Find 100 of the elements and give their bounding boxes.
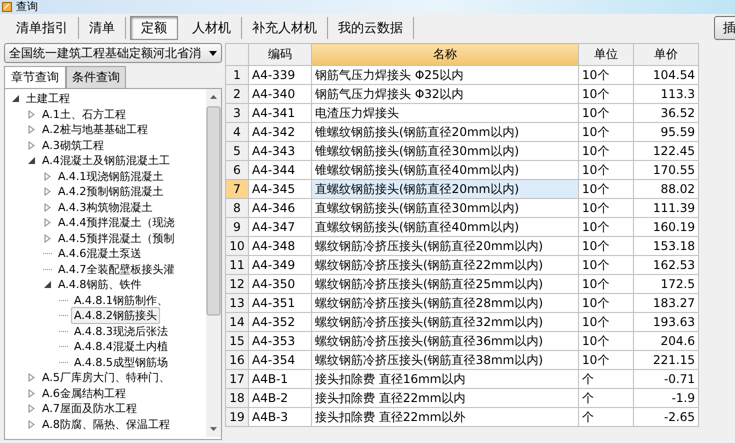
table-cell: 10个 bbox=[578, 104, 634, 122]
tab[interactable]: 条件查询 bbox=[66, 66, 126, 88]
row-number[interactable]: 16 bbox=[226, 350, 248, 370]
collapsed-triangle-icon[interactable] bbox=[43, 218, 52, 228]
library-dropdown[interactable]: 全国统一建筑工程基础定额河北省消 bbox=[4, 43, 222, 63]
tree-item[interactable]: A.4.8.3现浇后张法 bbox=[71, 322, 171, 340]
column-header[interactable]: 单位 bbox=[578, 44, 634, 66]
collapsed-triangle-icon[interactable] bbox=[43, 234, 52, 243]
tree-item[interactable]: A.6金属结构工程 bbox=[39, 384, 129, 402]
table-cell: 160.19 bbox=[634, 218, 698, 236]
collapsed-triangle-icon[interactable] bbox=[27, 125, 36, 134]
row-number[interactable]: 9 bbox=[226, 218, 248, 236]
table-cell: 10个 bbox=[578, 312, 634, 332]
tab[interactable]: 人材机 bbox=[182, 17, 242, 39]
table-cell: 螺纹钢筋冷挤压接头(钢筋直径38mm以内) bbox=[312, 350, 578, 370]
tree-item[interactable]: A.4.8.1钢筋制作、 bbox=[71, 292, 171, 309]
table-cell: 204.6 bbox=[634, 332, 698, 350]
tree-item[interactable]: A.4.8.4混凝土内植 bbox=[71, 338, 171, 356]
row-number[interactable]: 11 bbox=[226, 256, 248, 274]
collapsed-triangle-icon[interactable] bbox=[27, 140, 36, 150]
tab[interactable]: 章节查询 bbox=[4, 66, 66, 88]
table-cell: A4-346 bbox=[248, 198, 312, 218]
row-number[interactable]: 13 bbox=[226, 294, 248, 312]
tree-item[interactable]: A.1土、石方工程 bbox=[39, 106, 129, 123]
tree-item[interactable]: A.4.2预制钢筋混凝土 bbox=[55, 183, 166, 200]
collapsed-triangle-icon[interactable] bbox=[43, 202, 52, 212]
table-cell: 10个 bbox=[578, 122, 634, 142]
table-cell: A4-344 bbox=[248, 160, 312, 180]
tree-item[interactable]: A.4.5预拌混凝土（预制 bbox=[55, 230, 178, 247]
row-number[interactable]: 2 bbox=[226, 84, 248, 104]
row-number[interactable]: 19 bbox=[226, 408, 248, 426]
row-number[interactable]: 5 bbox=[226, 142, 248, 160]
tree-item[interactable]: A.4.3构筑物混凝土 bbox=[55, 198, 156, 216]
collapsed-triangle-icon[interactable] bbox=[27, 388, 36, 398]
table-cell: 10个 bbox=[578, 294, 634, 312]
tree-item[interactable]: A.7屋面及防水工程 bbox=[39, 400, 140, 418]
tab[interactable]: 定额 bbox=[130, 16, 178, 40]
table-cell: 螺纹钢筋冷挤压接头(钢筋直径36mm以内) bbox=[312, 332, 578, 350]
row-number[interactable]: 8 bbox=[226, 198, 248, 218]
row-number[interactable]: 17 bbox=[226, 370, 248, 388]
tree-item[interactable]: A.4.1现浇钢筋混凝土 bbox=[55, 168, 166, 185]
caret-icon[interactable] bbox=[209, 50, 217, 56]
collapsed-triangle-icon[interactable] bbox=[43, 172, 52, 181]
column-header[interactable]: 单价 bbox=[634, 44, 698, 66]
tab[interactable]: 清单指引 bbox=[6, 17, 79, 39]
row-number[interactable]: 7 bbox=[226, 180, 248, 198]
table-cell: A4B-3 bbox=[248, 408, 312, 426]
table-cell: 直螺纹钢筋接头(钢筋直径40mm以内) bbox=[312, 218, 578, 236]
tree-item[interactable]: A.8防腐、隔热、保温工程 bbox=[39, 416, 173, 433]
table-cell: A4-354 bbox=[248, 350, 312, 370]
tab[interactable]: 我的云数据 bbox=[328, 17, 414, 39]
table-cell: 10个 bbox=[578, 274, 634, 294]
collapsed-triangle-icon[interactable] bbox=[27, 373, 36, 382]
row-number[interactable]: 4 bbox=[226, 122, 248, 142]
table-cell: 直螺纹钢筋接头(钢筋直径30mm以内) bbox=[312, 198, 578, 218]
table-cell: 钢筋气压力焊接头 Φ25以内 bbox=[312, 66, 578, 84]
row-number[interactable]: 15 bbox=[226, 332, 248, 350]
expanded-triangle-icon[interactable] bbox=[43, 280, 52, 290]
tab[interactable]: 清单 bbox=[79, 17, 126, 39]
table-cell: 10个 bbox=[578, 256, 634, 274]
table-cell: 113.3 bbox=[634, 84, 698, 104]
collapsed-triangle-icon[interactable] bbox=[27, 420, 36, 429]
table-cell: 170.55 bbox=[634, 160, 698, 180]
tree-item[interactable]: A.4.8.5成型钢筋场 bbox=[71, 354, 171, 371]
table-cell: 162.53 bbox=[634, 256, 698, 274]
tree-item[interactable]: A.4.7全装配壁板接头灌 bbox=[55, 260, 178, 278]
expanded-triangle-icon[interactable] bbox=[11, 94, 20, 104]
tree-item[interactable]: A.4.8钢筋、铁件 bbox=[55, 276, 144, 294]
row-number[interactable]: 6 bbox=[226, 160, 248, 180]
window-icon bbox=[2, 2, 12, 12]
row-number[interactable]: 12 bbox=[226, 274, 248, 294]
tree-item[interactable]: A.3砌筑工程 bbox=[39, 136, 107, 154]
tree-item[interactable]: A.4.4预拌混凝土（现浇 bbox=[55, 214, 178, 232]
table-cell: 螺纹钢筋冷挤压接头(钢筋直径28mm以内) bbox=[312, 294, 578, 312]
tree-item[interactable]: A.4.8.2钢筋接头 bbox=[71, 307, 160, 324]
column-header[interactable]: 名称 bbox=[312, 44, 578, 66]
table-cell: 锥螺纹钢筋接头(钢筋直径30mm以内) bbox=[312, 142, 578, 160]
expanded-triangle-icon[interactable] bbox=[27, 156, 36, 166]
table-cell: 221.15 bbox=[634, 350, 698, 370]
tab[interactable]: 补充人材机 bbox=[242, 17, 328, 39]
table-cell: A4-351 bbox=[248, 294, 312, 312]
row-number[interactable]: 10 bbox=[226, 236, 248, 256]
collapsed-triangle-icon[interactable] bbox=[27, 110, 36, 119]
tree-item[interactable]: A.4混凝土及钢筋混凝土工 bbox=[39, 152, 173, 170]
tree-item[interactable]: 土建工程 bbox=[23, 90, 73, 108]
table-cell: 10个 bbox=[578, 142, 634, 160]
row-number[interactable]: 14 bbox=[226, 312, 248, 332]
tree-item[interactable]: A.2桩与地基基础工程 bbox=[39, 121, 151, 138]
column-header[interactable]: 编码 bbox=[248, 44, 312, 66]
collapsed-triangle-icon[interactable] bbox=[27, 404, 36, 414]
row-number[interactable]: 3 bbox=[226, 104, 248, 122]
tree-item[interactable]: A.5厂库房大门、特种门、 bbox=[39, 369, 173, 386]
scrollbar-drawing[interactable] bbox=[206, 89, 221, 437]
row-number[interactable]: 1 bbox=[226, 66, 248, 84]
table-cell: -1.9 bbox=[634, 388, 698, 408]
table-cell: A4-350 bbox=[248, 274, 312, 294]
row-number[interactable]: 18 bbox=[226, 388, 248, 408]
table-cell: 接头扣除费 直径22mm以外 bbox=[312, 408, 578, 426]
collapsed-triangle-icon[interactable] bbox=[43, 187, 52, 196]
tree-item[interactable]: A.4.6混凝土泵送 bbox=[55, 245, 144, 262]
